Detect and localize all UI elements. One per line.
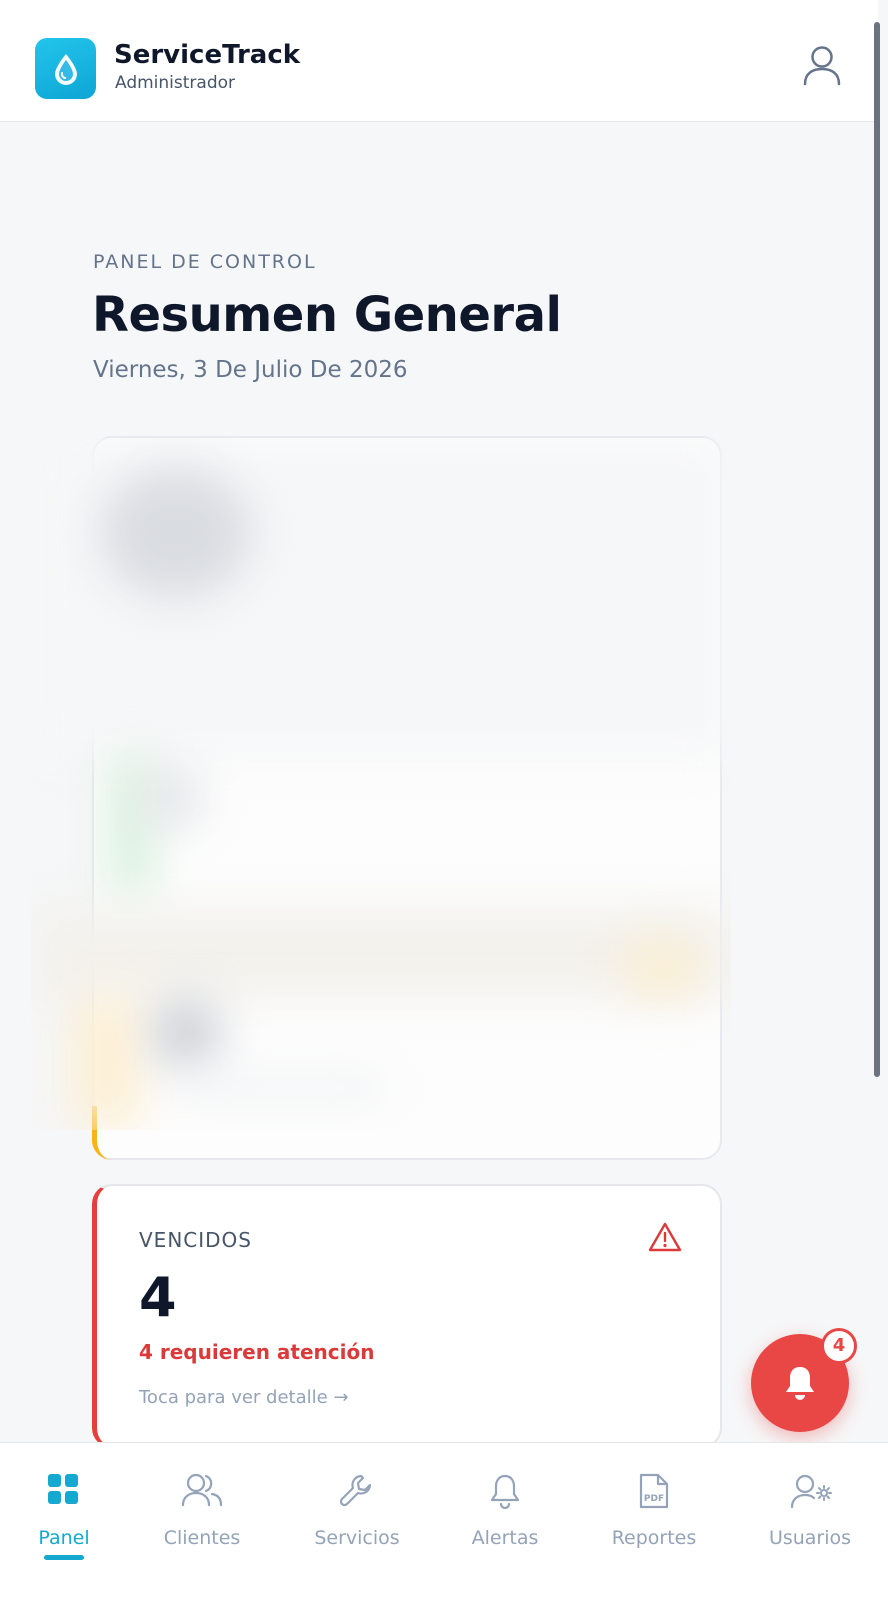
nav-label-reportes: Reportes [611,1527,697,1549]
nav-item-alertas[interactable]: Alertas [460,1443,550,1593]
nav-item-clientes[interactable]: Clientes [152,1443,252,1593]
page-eyebrow: PANEL DE CONTROL [93,251,317,273]
nav-item-servicios[interactable]: Servicios [304,1443,410,1593]
nav-label-alertas: Alertas [471,1527,539,1549]
nav-label-servicios: Servicios [314,1527,400,1549]
nav-label-usuarios: Usuarios [768,1527,852,1549]
user-icon [803,46,841,86]
bell-icon [490,1474,520,1509]
overdue-label: VENCIDOS [139,1228,252,1252]
app-header: ServiceTrack Administrador [0,0,878,122]
warning-icon [648,1222,682,1252]
profile-button[interactable] [802,44,842,86]
page-title: Resumen General [92,287,562,343]
nav-item-panel[interactable]: Panel [22,1443,106,1593]
overdue-detail-link[interactable]: Toca para ver detalle → [139,1387,349,1408]
svg-text:PDF: PDF [644,1494,664,1504]
overdue-count: 4 [139,1266,177,1329]
app-name: ServiceTrack [114,40,301,70]
nav-item-reportes[interactable]: PDF Reportes [604,1443,704,1593]
bottom-navigation: Panel Clientes Servicios Alertas PDF Rep… [0,1442,888,1600]
bell-icon [786,1367,814,1400]
active-tab-indicator [44,1555,84,1560]
pdf-icon: PDF [639,1473,669,1509]
wrench-icon [339,1474,372,1507]
grid-icon [48,1474,78,1504]
nav-label-panel: Panel [38,1527,90,1549]
overdue-card[interactable]: VENCIDOS 4 4 requieren atención Toca par… [92,1184,722,1448]
user-settings-icon [790,1474,832,1509]
app-logo-drop-icon [35,38,96,99]
overdue-attention: 4 requieren atención [139,1340,375,1364]
users-icon [181,1473,223,1507]
scrollbar[interactable] [874,22,880,1077]
user-role: Administrador [115,73,236,93]
nav-label-clientes: Clientes [163,1527,241,1549]
nav-item-usuarios[interactable]: Usuarios [760,1443,860,1593]
notification-count-badge: 4 [821,1328,857,1364]
page-date: Viernes, 3 De Julio De 2026 [93,357,408,383]
blurred-region [31,438,731,1130]
